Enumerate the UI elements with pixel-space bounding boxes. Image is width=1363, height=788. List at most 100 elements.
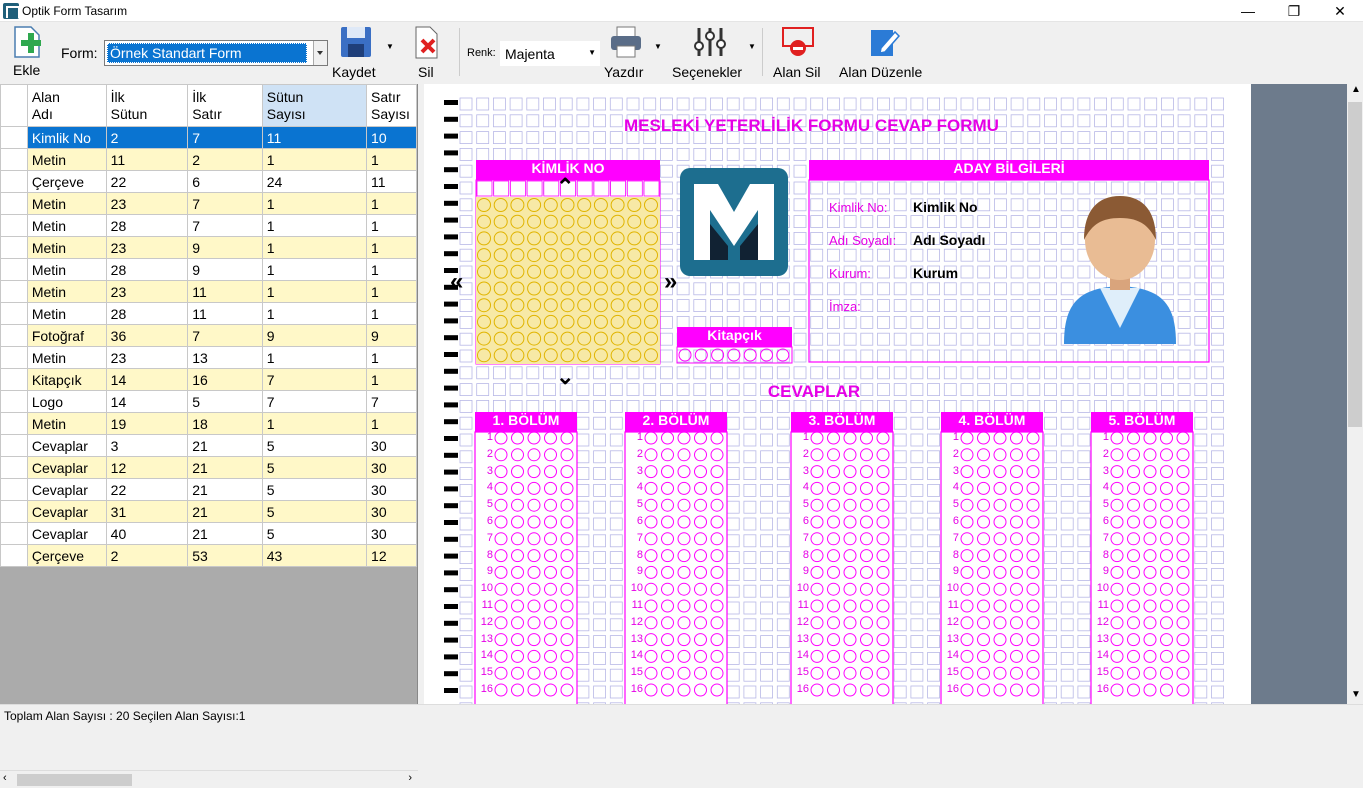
table-cell[interactable]: Metin bbox=[26, 148, 107, 171]
table-cell[interactable]: 1 bbox=[366, 412, 417, 435]
table-row[interactable]: Metin 19 18 1 1 bbox=[0, 412, 417, 435]
table-cell[interactable]: 30 bbox=[366, 500, 417, 523]
table-row[interactable]: Metin 23 11 1 1 bbox=[0, 280, 417, 303]
table-cell[interactable]: 5 bbox=[187, 390, 263, 413]
table-cell[interactable]: Cevaplar bbox=[26, 434, 107, 457]
table-cell[interactable]: 7 bbox=[187, 192, 263, 215]
table-cell[interactable]: 21 bbox=[187, 456, 263, 479]
chevron-down-icon[interactable] bbox=[313, 41, 327, 65]
table-cell[interactable]: 11 bbox=[187, 302, 263, 325]
row-header[interactable] bbox=[0, 170, 28, 193]
table-cell[interactable]: 43 bbox=[261, 544, 368, 567]
table-row[interactable]: Metin 28 9 1 1 bbox=[0, 258, 417, 281]
column-header-first-column[interactable]: İlk Sütun bbox=[105, 84, 189, 127]
table-cell[interactable]: 40 bbox=[105, 522, 189, 545]
row-header[interactable] bbox=[0, 412, 28, 435]
table-cell[interactable]: 28 bbox=[105, 214, 189, 237]
table-cell[interactable]: 9 bbox=[261, 324, 368, 347]
table-row[interactable]: Fotoğraf 36 7 9 9 bbox=[0, 324, 417, 347]
maximize-button[interactable]: ❐ bbox=[1271, 0, 1317, 22]
table-row[interactable]: Çerçeve 2 53 43 12 bbox=[0, 544, 417, 567]
table-cell[interactable]: 1 bbox=[261, 148, 368, 171]
row-header[interactable] bbox=[0, 214, 28, 237]
table-row[interactable]: Cevaplar 3 21 5 30 bbox=[0, 434, 417, 457]
table-cell[interactable]: Çerçeve bbox=[26, 170, 107, 193]
table-cell[interactable]: 11 bbox=[366, 170, 417, 193]
table-cell[interactable]: 1 bbox=[261, 280, 368, 303]
table-cell[interactable]: Fotoğraf bbox=[26, 324, 107, 347]
table-cell[interactable]: Çerçeve bbox=[26, 544, 107, 567]
table-cell[interactable]: 23 bbox=[105, 192, 189, 215]
table-cell[interactable]: 12 bbox=[366, 544, 417, 567]
form-select[interactable]: Örnek Standart Form bbox=[104, 40, 328, 66]
vertical-scrollbar[interactable]: ▲ ▼ bbox=[1347, 84, 1363, 704]
table-cell[interactable]: 14 bbox=[105, 368, 189, 391]
table-row[interactable]: Metin 11 2 1 1 bbox=[0, 148, 417, 171]
table-cell[interactable]: Metin bbox=[26, 258, 107, 281]
table-row[interactable]: Cevaplar 31 21 5 30 bbox=[0, 500, 417, 523]
table-row[interactable]: Logo 14 5 7 7 bbox=[0, 390, 417, 413]
table-cell[interactable]: 23 bbox=[105, 280, 189, 303]
table-cell[interactable]: 7 bbox=[261, 390, 368, 413]
table-cell[interactable]: 21 bbox=[187, 500, 263, 523]
table-cell[interactable]: 2 bbox=[105, 126, 189, 149]
row-header[interactable] bbox=[0, 544, 28, 567]
table-cell[interactable]: 3 bbox=[105, 434, 189, 457]
table-cell[interactable]: 21 bbox=[187, 478, 263, 501]
table-row[interactable]: ▶ Kimlik No 2 7 11 10 bbox=[0, 126, 417, 149]
options-button[interactable]: ▼ Seçenekler bbox=[670, 24, 758, 80]
table-cell[interactable]: 1 bbox=[261, 302, 368, 325]
table-cell[interactable]: 53 bbox=[187, 544, 263, 567]
table-cell[interactable]: 18 bbox=[187, 412, 263, 435]
table-cell[interactable]: 5 bbox=[261, 478, 368, 501]
table-cell[interactable]: 7 bbox=[261, 368, 368, 391]
print-button[interactable]: ▼ Yazdır bbox=[604, 24, 664, 80]
column-header-area-name[interactable]: Alan Adı bbox=[26, 84, 107, 127]
table-row[interactable]: Metin 23 9 1 1 bbox=[0, 236, 417, 259]
table-cell[interactable]: 1 bbox=[366, 148, 417, 171]
table-cell[interactable]: 31 bbox=[105, 500, 189, 523]
table-cell[interactable]: 1 bbox=[261, 192, 368, 215]
table-cell[interactable]: 9 bbox=[366, 324, 417, 347]
table-cell[interactable]: 9 bbox=[187, 258, 263, 281]
table-cell[interactable]: Metin bbox=[26, 192, 107, 215]
scroll-thumb[interactable] bbox=[1348, 102, 1362, 427]
options-dropdown-icon[interactable]: ▼ bbox=[748, 42, 756, 51]
chevron-down-icon[interactable]: ▼ bbox=[588, 48, 596, 57]
table-cell[interactable]: 30 bbox=[366, 434, 417, 457]
add-button[interactable]: Ekle bbox=[6, 24, 48, 80]
row-header[interactable] bbox=[0, 456, 28, 479]
table-cell[interactable]: 1 bbox=[366, 280, 417, 303]
column-header-first-row[interactable]: İlk Satır bbox=[187, 84, 263, 127]
table-cell[interactable]: 1 bbox=[261, 346, 368, 369]
table-cell[interactable]: 1 bbox=[366, 302, 417, 325]
column-header-column-count[interactable]: Sütun Sayısı bbox=[261, 84, 368, 127]
edit-area-button[interactable]: Alan Düzenle bbox=[836, 24, 930, 80]
save-dropdown-icon[interactable]: ▼ bbox=[386, 42, 394, 51]
table-cell[interactable]: 13 bbox=[187, 346, 263, 369]
save-button[interactable]: ▼ Kaydet bbox=[332, 24, 394, 80]
form-preview[interactable]: MESLEKİ YETERLİLİK FORMU CEVAP FORMU KİM… bbox=[424, 84, 1251, 704]
row-header[interactable] bbox=[0, 192, 28, 215]
table-cell[interactable]: 2 bbox=[187, 148, 263, 171]
row-header[interactable] bbox=[0, 390, 28, 413]
table-cell[interactable]: 1 bbox=[366, 236, 417, 259]
table-cell[interactable]: Cevaplar bbox=[26, 456, 107, 479]
row-header[interactable] bbox=[0, 368, 28, 391]
table-row[interactable]: Metin 23 13 1 1 bbox=[0, 346, 417, 369]
row-header[interactable] bbox=[0, 522, 28, 545]
table-cell[interactable]: Kitapçık bbox=[26, 368, 107, 391]
row-header[interactable]: ▶ bbox=[0, 126, 28, 149]
print-dropdown-icon[interactable]: ▼ bbox=[654, 42, 662, 51]
table-cell[interactable]: Logo bbox=[26, 390, 107, 413]
table-cell[interactable]: 1 bbox=[366, 258, 417, 281]
row-header[interactable] bbox=[0, 148, 28, 171]
table-cell[interactable]: 19 bbox=[105, 412, 189, 435]
table-cell[interactable]: 5 bbox=[261, 522, 368, 545]
table-cell[interactable]: 2 bbox=[105, 544, 189, 567]
delete-button[interactable]: Sil bbox=[410, 24, 444, 80]
table-cell[interactable]: 10 bbox=[366, 126, 417, 149]
scroll-right-icon[interactable]: › bbox=[408, 772, 412, 784]
table-cell[interactable]: 11 bbox=[187, 280, 263, 303]
table-cell[interactable]: 16 bbox=[187, 368, 263, 391]
